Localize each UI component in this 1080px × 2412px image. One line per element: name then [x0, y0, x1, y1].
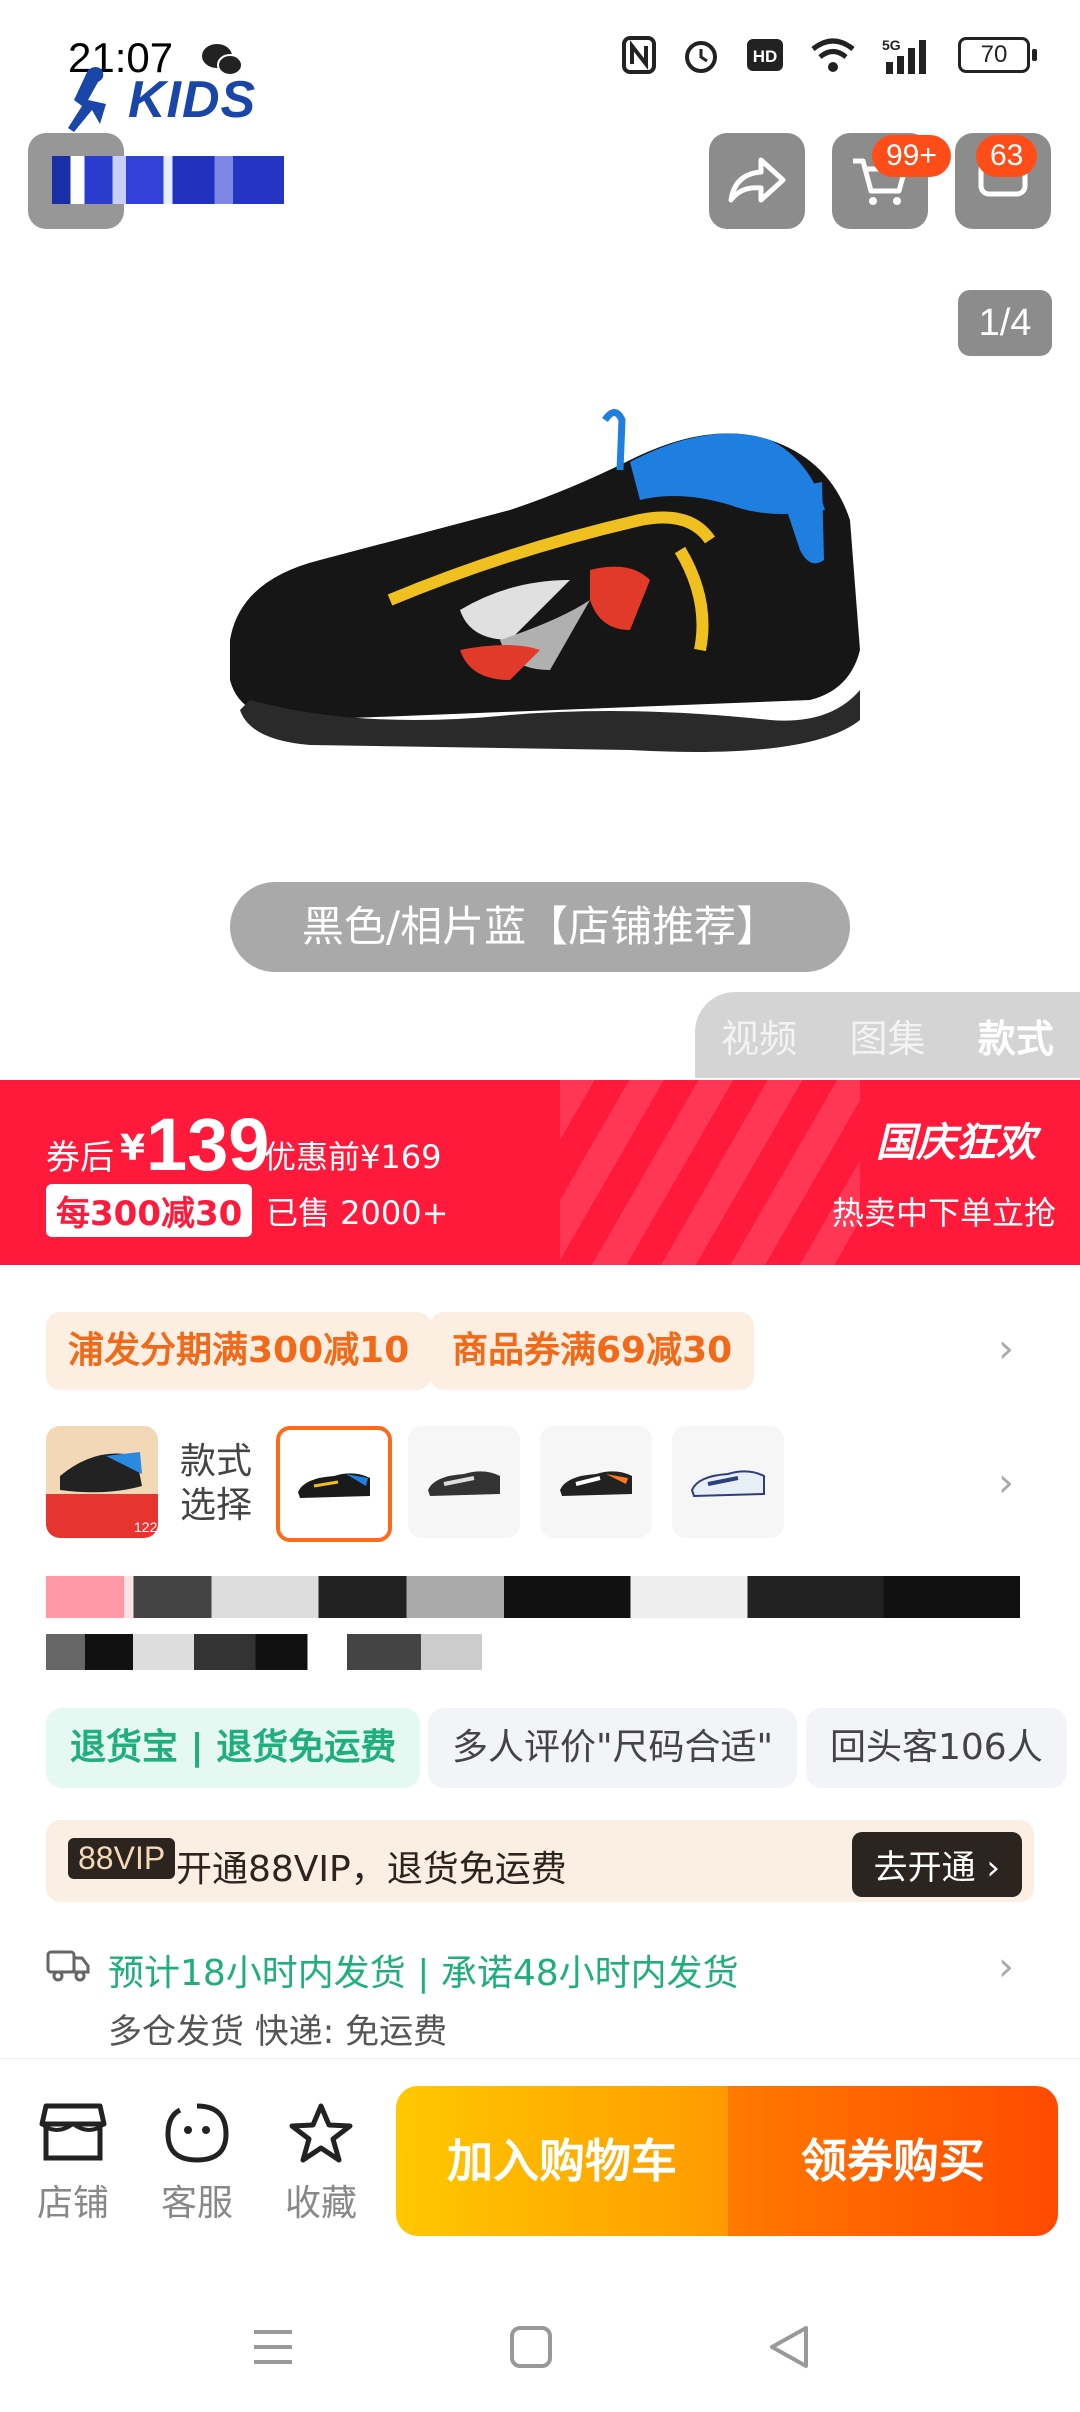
- shoe-thumb: [428, 1471, 500, 1496]
- event-subtitle: 热卖中下单立抢: [831, 1194, 1056, 1232]
- alarm-icon: [685, 41, 717, 73]
- original-price: 优惠前¥169: [264, 1138, 442, 1176]
- vip-badge: 88VIP: [68, 1838, 176, 1879]
- tab-video[interactable]: 视频: [721, 1008, 797, 1063]
- promo-thumb-image: 122: [46, 1426, 158, 1538]
- nfc-icon: [622, 36, 656, 74]
- share-button[interactable]: [709, 133, 805, 229]
- banner-decoration: [560, 1080, 860, 1265]
- customer-service-button[interactable]: 客服: [152, 2102, 242, 2226]
- back-nav-icon[interactable]: [766, 2324, 812, 2370]
- tag-size-fit[interactable]: 多人评价"尺码合适": [428, 1708, 798, 1788]
- style-label-line2: 选择: [180, 1485, 253, 1526]
- star-icon: [289, 2103, 353, 2163]
- tag-return-insurance[interactable]: 退货宝 | 退货免运费: [46, 1708, 421, 1788]
- event-title: 国庆狂欢: [876, 1120, 1036, 1166]
- store-name-blurred: [52, 156, 284, 204]
- style-option-black-silver[interactable]: [408, 1426, 520, 1538]
- shop-button[interactable]: 店铺: [28, 2102, 118, 2226]
- cart-badge: 99+: [872, 135, 951, 177]
- product-title-blurred: [46, 1576, 1020, 1618]
- sold-count: 已售 2000+: [266, 1194, 449, 1232]
- vip-open-button[interactable]: 去开通 ›: [851, 1832, 1022, 1897]
- home-icon[interactable]: [508, 2324, 554, 2370]
- system-nav-bar: [0, 2300, 1080, 2412]
- truck-icon: [46, 1950, 90, 1982]
- tab-styles[interactable]: 款式: [978, 1008, 1054, 1063]
- tag-repeat-customers[interactable]: 回头客106人: [806, 1708, 1067, 1788]
- add-to-cart-button[interactable]: 加入购物车: [396, 2086, 728, 2236]
- wifi-icon: [811, 38, 855, 72]
- signal-icon: 5G: [882, 37, 926, 74]
- menu-icon[interactable]: [250, 2324, 296, 2370]
- shoe-thumb: [298, 1473, 370, 1498]
- style-label-line1: 款式: [180, 1441, 253, 1482]
- currency-symbol: ¥: [120, 1128, 146, 1169]
- promo-badge: 每300减30: [46, 1184, 253, 1237]
- style-option-black-blue[interactable]: [276, 1426, 392, 1542]
- share-icon: [728, 157, 786, 203]
- shipping-detail: 多仓发货 快递: 免运费: [108, 2012, 448, 2052]
- shop-label: 店铺: [36, 2183, 109, 2224]
- after-coupon-label: 券后: [46, 1138, 114, 1178]
- status-icons: HD 5G 70: [622, 36, 1037, 74]
- image-counter: 1/4: [958, 290, 1052, 356]
- vip-bar[interactable]: 88VIP 开通88VIP，退货免运费 去开通 ›: [46, 1820, 1034, 1902]
- hd-icon: HD: [747, 39, 783, 71]
- svg-text:HD: HD: [753, 47, 778, 66]
- tab-gallery[interactable]: 图集: [849, 1008, 925, 1063]
- product-image[interactable]: [210, 400, 870, 770]
- thumb-price: 122: [134, 1519, 158, 1535]
- shoe-thumb: [690, 1470, 765, 1498]
- media-tabs: 视频 图集 款式: [695, 992, 1080, 1078]
- price-value: 139: [146, 1103, 270, 1186]
- price-banner: 券后 ¥ 139 优惠前¥169 每300减30 已售 2000+ 国庆狂欢 热…: [0, 1080, 1080, 1265]
- store-icon: [39, 2103, 107, 2161]
- service-face-icon: [165, 2103, 229, 2163]
- product-title-blurred-line2: [46, 1634, 482, 1670]
- shoe-thumb: [560, 1471, 632, 1496]
- shipping-estimate[interactable]: 预计18小时内发货 | 承诺48小时内发货: [108, 1944, 739, 1996]
- style-option-black-orange[interactable]: [540, 1426, 652, 1538]
- style-option-white-navy[interactable]: [672, 1426, 784, 1538]
- coupon-product[interactable]: 商品券满69减30: [430, 1312, 755, 1390]
- chevron-right-icon[interactable]: ›: [998, 1944, 1014, 1990]
- favorite-label: 收藏: [284, 2183, 357, 2224]
- vip-text: 开通88VIP，退货免运费: [176, 1849, 567, 1890]
- brand-logo-text: KIDS: [128, 71, 257, 129]
- chevron-right-icon[interactable]: ›: [998, 1460, 1014, 1506]
- favorite-button[interactable]: 收藏: [276, 2102, 366, 2226]
- variant-label: 黑色/相片蓝【店铺推荐】: [230, 882, 850, 972]
- style-promo-thumb[interactable]: 122: [46, 1426, 158, 1538]
- buy-with-coupon-button[interactable]: 领券购买: [728, 2086, 1058, 2236]
- coupon-installment[interactable]: 浦发分期满300减10: [46, 1312, 432, 1390]
- chevron-right-icon[interactable]: ›: [998, 1326, 1014, 1372]
- svg-text:5G: 5G: [882, 37, 901, 53]
- service-label: 客服: [160, 2183, 233, 2224]
- message-badge: 63: [976, 135, 1038, 177]
- battery-indicator: 70: [958, 37, 1037, 73]
- style-select-label: 款式 选择: [180, 1440, 252, 1528]
